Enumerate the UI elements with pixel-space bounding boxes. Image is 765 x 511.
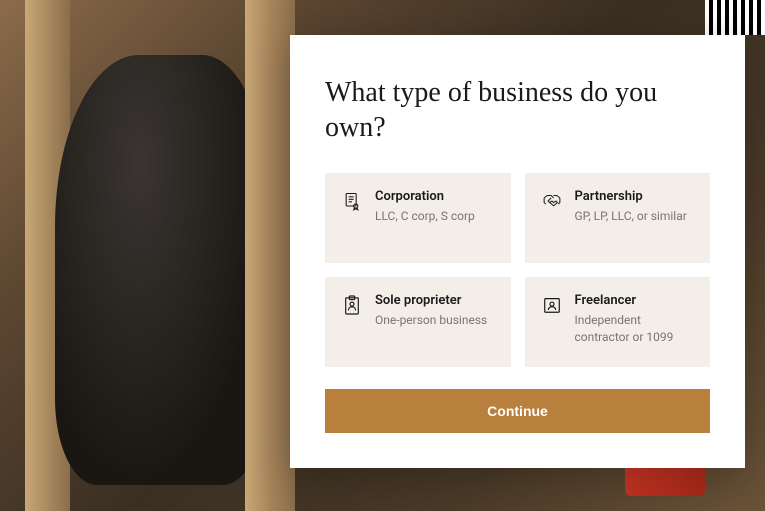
option-sole-proprietor[interactable]: Sole proprieter One-person business: [325, 277, 511, 367]
business-type-card: What type of business do you own? Corpor…: [290, 35, 745, 468]
option-text: Freelancer Independent contractor or 109…: [575, 293, 695, 346]
option-text: Sole proprieter One-person business: [375, 293, 495, 329]
clipboard-person-icon: [341, 294, 363, 316]
option-corporation[interactable]: Corporation LLC, C corp, S corp: [325, 173, 511, 263]
option-text: Corporation LLC, C corp, S corp: [375, 189, 495, 225]
page-title: What type of business do you own?: [325, 75, 710, 145]
option-text: Partnership GP, LP, LLC, or similar: [575, 189, 695, 225]
document-badge-icon: [341, 190, 363, 212]
option-partnership[interactable]: Partnership GP, LP, LLC, or similar: [525, 173, 711, 263]
option-desc: Independent contractor or 1099: [575, 312, 695, 346]
handshake-icon: [541, 190, 563, 212]
option-title: Partnership: [575, 189, 695, 204]
option-freelancer[interactable]: Freelancer Independent contractor or 109…: [525, 277, 711, 367]
option-desc: One-person business: [375, 312, 495, 329]
continue-button[interactable]: Continue: [325, 389, 710, 433]
options-grid: Corporation LLC, C corp, S corp Partners…: [325, 173, 710, 367]
option-title: Freelancer: [575, 293, 695, 308]
striped-accent: [705, 0, 765, 35]
option-title: Corporation: [375, 189, 495, 204]
option-desc: LLC, C corp, S corp: [375, 208, 495, 225]
option-title: Sole proprieter: [375, 293, 495, 308]
option-desc: GP, LP, LLC, or similar: [575, 208, 695, 225]
id-card-icon: [541, 294, 563, 316]
